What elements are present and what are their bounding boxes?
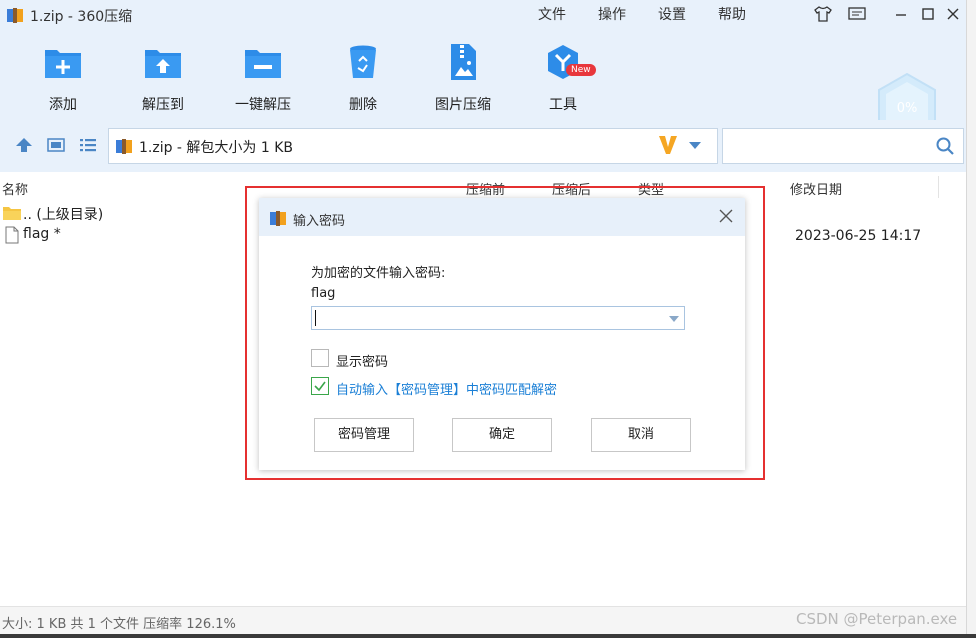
checkmark-icon (314, 381, 326, 392)
list-view-icon[interactable] (78, 136, 98, 154)
delete-button[interactable]: 删除 (318, 42, 408, 114)
folder-icon (3, 207, 21, 220)
title-bar: 1.zip - 360压缩 文件 操作 设置 帮助 (0, 0, 966, 30)
file-name: flag * (23, 226, 61, 242)
cancel-button[interactable]: 取消 (591, 418, 691, 452)
window-edge (966, 0, 976, 638)
tools-button[interactable]: 工具 (518, 42, 608, 114)
password-input[interactable] (311, 306, 685, 330)
vip-v-icon[interactable] (657, 133, 679, 157)
address-dropdown-icon[interactable] (689, 142, 701, 149)
column-modified-date[interactable]: 修改日期 (790, 179, 842, 198)
password-manager-button[interactable]: 密码管理 (314, 418, 414, 452)
add-button[interactable]: 添加 (18, 42, 108, 114)
address-bar[interactable]: 1.zip - 解包大小为 1 KB (108, 128, 718, 164)
one-click-extract-icon (245, 50, 281, 78)
status-text: 大小: 1 KB 共 1 个文件 压缩率 126.1% (2, 617, 236, 632)
tools-icon (548, 45, 578, 79)
extract-to-button[interactable]: 解压到 (118, 42, 208, 114)
one-click-extract-label: 一键解压 (235, 97, 291, 113)
encrypted-file-name: flag (311, 286, 336, 301)
search-icon[interactable] (935, 136, 955, 156)
one-click-extract-button[interactable]: 一键解压 (218, 42, 308, 114)
feedback-icon[interactable] (846, 5, 868, 23)
ok-button[interactable]: 确定 (452, 418, 552, 452)
add-label: 添加 (49, 97, 77, 113)
close-icon[interactable] (942, 5, 964, 23)
image-compress-icon (451, 44, 476, 80)
search-box[interactable] (722, 128, 964, 164)
app-window: 1.zip - 360压缩 文件 操作 设置 帮助 添加 解压到 一键解压 删除… (0, 0, 966, 638)
skin-shirt-icon[interactable] (812, 5, 834, 23)
progress-text: 0% (897, 101, 918, 116)
auto-input-label[interactable]: 自动输入【密码管理】中密码匹配解密 (336, 379, 557, 398)
minimize-icon[interactable] (890, 5, 912, 23)
extract-to-folder-icon (145, 50, 181, 78)
thumbnail-view-icon[interactable] (46, 136, 66, 154)
file-icon (5, 226, 19, 244)
menu-help[interactable]: 帮助 (718, 4, 746, 24)
menu-settings[interactable]: 设置 (658, 4, 686, 24)
password-history-dropdown-icon[interactable] (669, 316, 679, 322)
main-toolbar: 添加 解压到 一键解压 删除 图片压缩 工具 New 0% (0, 30, 966, 142)
dialog-title: 输入密码 (293, 214, 346, 229)
recycle-bin-icon (350, 45, 376, 78)
up-arrow-icon[interactable] (14, 136, 34, 154)
password-dialog: 输入密码 为加密的文件输入密码: flag 显示密码 自动输入【密码管理】中密码… (259, 198, 745, 470)
column-divider (938, 176, 939, 198)
new-badge: New (566, 64, 596, 76)
add-folder-icon (45, 50, 81, 78)
column-name[interactable]: 名称 (2, 179, 28, 198)
auto-input-checkbox[interactable] (311, 377, 329, 395)
show-password-checkbox[interactable] (311, 349, 329, 367)
taskbar-strip (0, 634, 976, 638)
dialog-close-icon[interactable] (717, 207, 735, 225)
window-title: 1.zip - 360压缩 (30, 9, 133, 25)
watermark-text: CSDN @Peterpan.exe (796, 610, 958, 628)
image-compress-label: 图片压缩 (435, 97, 491, 113)
zip-file-icon (116, 139, 132, 154)
file-date: 2023-06-25 14:17 (795, 228, 922, 244)
address-path-text: 1.zip - 解包大小为 1 KB (139, 140, 294, 156)
maximize-icon[interactable] (917, 5, 939, 23)
image-compress-button[interactable]: 图片压缩 (418, 42, 508, 114)
menu-file[interactable]: 文件 (538, 4, 566, 24)
zip-app-icon (7, 8, 23, 23)
password-prompt: 为加密的文件输入密码: (311, 266, 446, 281)
extract-to-label: 解压到 (142, 97, 184, 113)
menu-operation[interactable]: 操作 (598, 4, 626, 24)
show-password-label[interactable]: 显示密码 (336, 351, 388, 370)
file-name: .. (上级目录) (23, 207, 104, 223)
dialog-title-bar: 输入密码 (259, 198, 745, 236)
delete-label: 删除 (349, 97, 377, 113)
address-row: 1.zip - 解包大小为 1 KB (0, 120, 966, 172)
tools-label: 工具 (549, 97, 577, 113)
text-caret (315, 310, 316, 326)
zip-app-icon (270, 211, 286, 226)
